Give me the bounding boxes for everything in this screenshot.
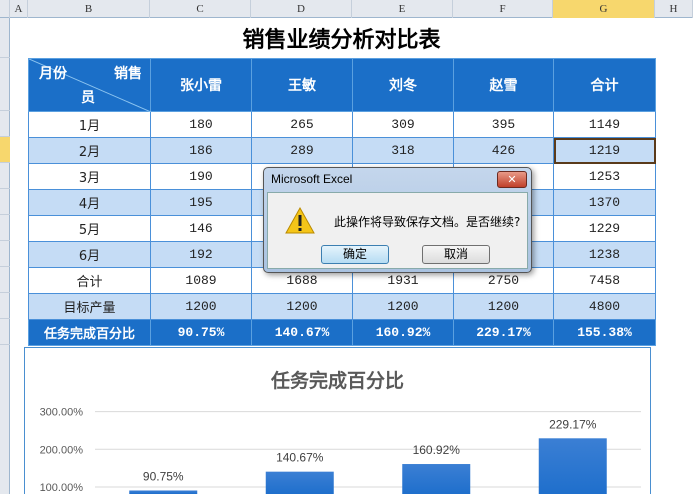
cell[interactable]: 180 [150,111,252,138]
row-label[interactable]: 目标产量 [28,293,151,320]
data-label: 229.17% [549,417,597,431]
cell[interactable]: 1200 [150,293,252,320]
cell[interactable]: 192 [150,241,252,268]
corner-seller-label: 销售 [114,66,142,82]
ok-button[interactable]: 确定 [321,245,389,264]
column-header-d[interactable]: D [251,0,352,18]
percent-chart[interactable]: 任务完成百分比 100.00% 200.00% 300.00% 90.75% 140.6… [24,347,651,494]
cell[interactable]: 1200 [251,293,353,320]
cell[interactable]: 1200 [352,293,454,320]
row-headers[interactable] [0,18,10,494]
cell[interactable]: 7458 [553,267,656,294]
bar [538,438,607,494]
row-label[interactable]: 2月 [28,137,151,164]
header-cell[interactable]: 刘冬 [352,58,454,112]
row-label[interactable]: 6月 [28,241,151,268]
cell[interactable]: 426 [453,137,554,164]
cell[interactable]: 265 [251,111,353,138]
row-label[interactable]: 合计 [28,267,151,294]
data-label: 160.92% [413,443,461,457]
cell[interactable]: 90.75% [150,319,252,346]
dialog-message: 此操作将导致保存文档。是否继续? [334,215,521,229]
cell[interactable]: 1253 [553,163,656,190]
select-all-corner[interactable] [0,0,10,18]
cell[interactable]: 1238 [553,241,656,268]
bar [265,471,334,494]
chart-plot: 100.00% 200.00% 300.00% 90.75% 140.67% 160.92… [40,407,641,494]
corner-month-label: 月份 [39,66,67,82]
close-button[interactable]: ✕ [497,171,527,188]
row-label[interactable]: 3月 [28,163,151,190]
cell[interactable]: 1229 [553,215,656,242]
y-tick-label: 200.00% [40,444,84,456]
table-row: 1月 180 265 309 395 1149 [28,111,656,138]
header-row: 月份 销售 员 张小雷 王敏 刘冬 赵雪 合计 [28,58,656,112]
table-row: 目标产量 1200 1200 1200 1200 4800 [28,293,656,320]
corner-seller-label-2: 员 [81,90,95,106]
cell[interactable]: 1370 [553,189,656,216]
sheet-title: 销售业绩分析对比表 [242,27,441,53]
cell[interactable]: 395 [453,111,554,138]
cell[interactable]: 140.67% [251,319,353,346]
bar [129,490,198,494]
excel-dialog: Microsoft Excel ✕ 此操作将导致保存文档。是否继续? 确定 取消 [263,167,532,273]
column-header-h[interactable]: H [655,0,693,18]
column-headers: A B C D E F G H [0,0,693,18]
y-tick-label: 100.00% [40,482,84,494]
warning-icon [285,207,315,234]
cell[interactable]: 1200 [453,293,554,320]
dialog-title: Microsoft Excel [271,172,353,186]
percent-row: 任务完成百分比 90.75% 140.67% 160.92% 229.17% 1… [28,319,656,346]
cell[interactable]: 155.38% [553,319,656,346]
row-label[interactable]: 任务完成百分比 [28,319,151,346]
cell[interactable]: 1149 [553,111,656,138]
data-label: 140.67% [276,451,324,465]
cell[interactable]: 1089 [150,267,252,294]
column-header-a[interactable]: A [10,0,28,18]
header-cell[interactable]: 张小雷 [150,58,252,112]
y-tick-label: 300.00% [40,407,84,419]
row-label[interactable]: 1月 [28,111,151,138]
cell[interactable]: 229.17% [453,319,554,346]
cell[interactable]: 190 [150,163,252,190]
column-header-f[interactable]: F [453,0,553,18]
cancel-button[interactable]: 取消 [422,245,490,264]
cell[interactable]: 289 [251,137,353,164]
dialog-body: 此操作将导致保存文档。是否继续? 确定 取消 [267,192,528,269]
column-header-g[interactable]: G [553,0,655,18]
cell[interactable]: 195 [150,189,252,216]
header-cell[interactable]: 王敏 [251,58,353,112]
corner-header-cell[interactable]: 月份 销售 员 [28,58,151,112]
cell[interactable]: 1219 [553,137,656,164]
row-label[interactable]: 5月 [28,215,151,242]
header-cell[interactable]: 赵雪 [453,58,554,112]
data-label: 90.75% [143,469,184,483]
cell[interactable]: 146 [150,215,252,242]
row-label[interactable]: 4月 [28,189,151,216]
cell[interactable]: 309 [352,111,454,138]
column-header-b[interactable]: B [28,0,150,18]
bar [402,464,471,494]
header-cell[interactable]: 合计 [553,58,656,112]
cell[interactable]: 318 [352,137,454,164]
column-header-e[interactable]: E [352,0,453,18]
cell[interactable]: 4800 [553,293,656,320]
column-header-c[interactable]: C [150,0,251,18]
cell[interactable]: 160.92% [352,319,454,346]
table-row: 2月 186 289 318 426 1219 [28,137,656,164]
cell[interactable]: 186 [150,137,252,164]
